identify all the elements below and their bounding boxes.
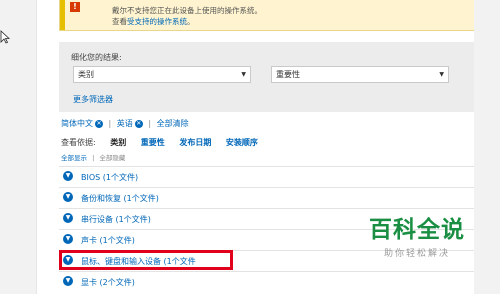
more-filters-link[interactable]: 更多筛选器 bbox=[73, 94, 113, 105]
watermark-subtitle: 助你轻松解决 bbox=[383, 249, 450, 259]
os-warning-alert: ! 戴尔不支持您正在此设备上使用的操作系统。 查看受支持的操作系统。 bbox=[59, 0, 479, 31]
sort-by-install-order[interactable]: 安装顺序 bbox=[226, 138, 258, 147]
separator: | bbox=[92, 154, 95, 162]
importance-select[interactable]: 重要性 ▼ bbox=[271, 66, 449, 83]
alert-supported-os: 查看受支持的操作系统。 bbox=[112, 16, 195, 27]
separator: | bbox=[148, 119, 152, 128]
left-pane bbox=[0, 0, 36, 294]
chevron-down-icon[interactable]: ▼ bbox=[63, 192, 73, 202]
chevron-down-icon[interactable]: ▼ bbox=[63, 213, 73, 223]
show-hide-row: 全部显示 | 全部隐藏 bbox=[61, 152, 125, 162]
separator: | bbox=[108, 119, 112, 128]
alert-message: 戴尔不支持您正在此设备上使用的操作系统。 bbox=[112, 6, 262, 15]
chevron-down-icon: ▼ bbox=[439, 71, 444, 78]
list-item[interactable]: ▼ 显卡 (2个文件) bbox=[59, 271, 477, 292]
chevron-down-icon[interactable]: ▼ bbox=[63, 234, 73, 244]
alert-prefix: 查看 bbox=[112, 17, 127, 26]
alert-accent-bar bbox=[60, 0, 65, 30]
clear-all-link[interactable]: 全部清除 bbox=[157, 119, 189, 128]
sort-by-category[interactable]: 类别 bbox=[110, 138, 126, 147]
chevron-down-icon[interactable]: ▼ bbox=[63, 171, 73, 181]
filter-chip-chinese[interactable]: 简体中文 bbox=[61, 119, 93, 128]
supported-os-link[interactable]: 受支持的操作系统 bbox=[127, 17, 187, 26]
hide-all-link[interactable]: 全部隐藏 bbox=[99, 154, 125, 162]
sort-options: 查看依据: 类别 重要性 发布日期 安装顺序 bbox=[61, 137, 270, 148]
chevron-down-icon[interactable]: ▼ bbox=[63, 255, 73, 265]
mouse-cursor-icon bbox=[0, 30, 10, 44]
chevron-down-icon: ▼ bbox=[241, 71, 246, 78]
filter-chip-english[interactable]: 英语 bbox=[117, 119, 133, 128]
watermark-logo: 百科全说 助你轻松解决 bbox=[362, 216, 472, 259]
category-label[interactable]: 备份和恢复 (1个文件) bbox=[81, 193, 159, 204]
list-item[interactable]: ▼ BIOS (1个文件) bbox=[59, 166, 477, 187]
list-item[interactable]: ▼ 备份和恢复 (1个文件) bbox=[59, 187, 477, 208]
importance-select-value: 重要性 bbox=[276, 70, 300, 79]
category-label[interactable]: 鼠标、键盘和输入设备 (1个文件 bbox=[81, 256, 196, 267]
right-pane bbox=[474, 0, 500, 294]
sort-by-importance[interactable]: 重要性 bbox=[141, 138, 165, 147]
category-label[interactable]: BIOS (1个文件) bbox=[81, 172, 138, 183]
watermark-main-text: 百科全说 bbox=[369, 217, 465, 243]
alert-suffix: 。 bbox=[187, 17, 195, 26]
category-select[interactable]: 类别 ▼ bbox=[73, 66, 251, 83]
category-label[interactable]: 串行设备 (1个文件) bbox=[81, 214, 151, 225]
remove-filter-icon[interactable]: ✕ bbox=[95, 119, 103, 128]
category-label[interactable]: 声卡 (1个文件) bbox=[81, 235, 135, 246]
sort-by-release-date[interactable]: 发布日期 bbox=[179, 138, 211, 147]
sort-label: 查看依据: bbox=[61, 138, 96, 147]
warning-icon: ! bbox=[70, 2, 80, 12]
category-select-value: 类别 bbox=[78, 70, 94, 79]
category-label[interactable]: 显卡 (2个文件) bbox=[81, 277, 135, 288]
chevron-down-icon[interactable]: ▼ bbox=[63, 276, 73, 286]
refine-title: 细化您的结果: bbox=[71, 53, 122, 62]
refine-results-panel: 细化您的结果: 类别 ▼ 重要性 ▼ 更多筛选器 bbox=[59, 42, 477, 112]
show-all-link[interactable]: 全部显示 bbox=[61, 154, 87, 162]
active-filter-chips: 简体中文 ✕ | 英语 ✕ | 全部清除 bbox=[61, 118, 189, 130]
remove-filter-icon[interactable]: ✕ bbox=[134, 119, 143, 128]
